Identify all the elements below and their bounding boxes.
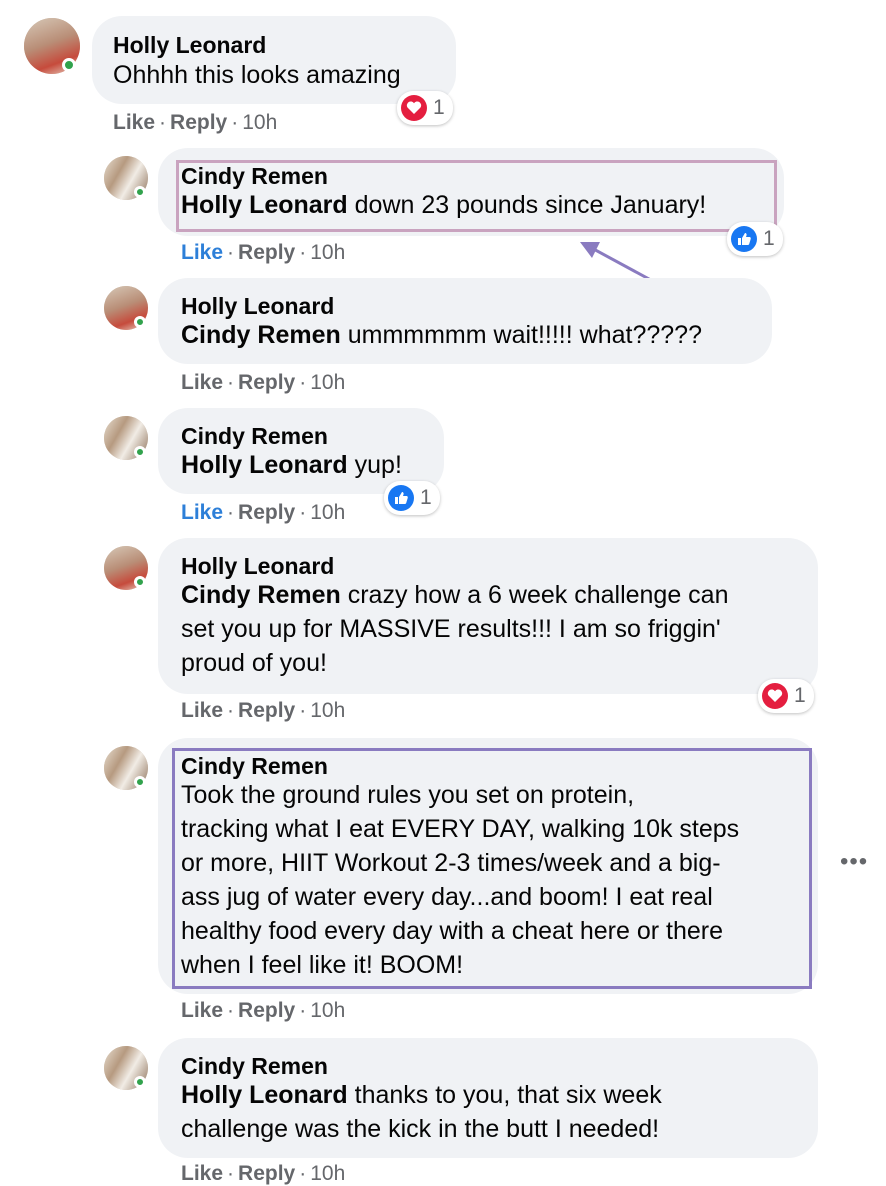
heart-icon [762,683,788,709]
online-indicator [134,446,146,458]
comment-author[interactable]: Cindy Remen [181,753,328,780]
comment-author[interactable]: Cindy Remen [181,163,328,190]
mention-link[interactable]: Holly Leonard [181,191,348,219]
reply-button[interactable]: Reply [238,1162,295,1185]
comment-text: Took the ground rules you set on protein… [181,781,740,979]
reply-button[interactable]: Reply [238,501,295,524]
comment-text: Cindy Remen crazy how a 6 week challenge… [181,581,729,677]
reaction-badge[interactable]: 1 [727,222,783,256]
like-button[interactable]: Like [181,501,223,524]
mention-link[interactable]: Cindy Remen [181,321,341,349]
reply-button[interactable]: Reply [238,999,295,1022]
comment-text: Cindy Remen ummmmmm wait!!!!! what????? [181,321,702,349]
mention-link[interactable]: Cindy Remen [181,581,341,609]
comment-author[interactable]: Cindy Remen [181,1053,328,1080]
like-button[interactable]: Like [181,241,223,264]
online-indicator [62,58,76,72]
comment-text: Holly Leonard thanks to you, that six we… [181,1081,662,1143]
more-options-icon[interactable]: ••• [840,848,868,876]
online-indicator [134,1076,146,1088]
reply-button[interactable]: Reply [238,371,295,394]
comment-author[interactable]: Cindy Remen [181,423,328,450]
comment-author[interactable]: Holly Leonard [181,293,334,320]
comment-timestamp[interactable]: 10h [310,1162,345,1185]
reply-button[interactable]: Reply [238,241,295,264]
comment-text: Holly Leonard down 23 pounds since Janua… [181,191,707,219]
online-indicator [134,316,146,328]
reaction-badge[interactable]: 1 [758,679,814,713]
thumbs-up-icon [388,485,414,511]
reaction-count: 1 [433,96,445,119]
like-button[interactable]: Like [181,1162,223,1185]
reaction-count: 1 [763,227,775,250]
comment-timestamp[interactable]: 10h [310,501,345,524]
like-button[interactable]: Like [181,699,223,722]
heart-icon [401,95,427,121]
online-indicator [134,576,146,588]
comment-timestamp[interactable]: 10h [242,111,277,134]
reaction-badge[interactable]: 1 [384,481,440,515]
reaction-badge[interactable]: 1 [397,91,453,125]
reply-button[interactable]: Reply [238,699,295,722]
reaction-count: 1 [794,684,806,707]
comment-timestamp[interactable]: 10h [310,241,345,264]
mention-link[interactable]: Holly Leonard [181,1081,348,1109]
comment-timestamp[interactable]: 10h [310,699,345,722]
comment-timestamp[interactable]: 10h [310,371,345,394]
reaction-count: 1 [420,486,432,509]
mention-link[interactable]: Holly Leonard [181,451,348,479]
like-button[interactable]: Like [181,371,223,394]
reply-button[interactable]: Reply [170,111,227,134]
like-button[interactable]: Like [113,111,155,134]
comment-author[interactable]: Holly Leonard [113,32,266,59]
comment-author[interactable]: Holly Leonard [181,553,334,580]
comment-timestamp[interactable]: 10h [310,999,345,1022]
online-indicator [134,776,146,788]
comment-text: Ohhhh this looks amazing [113,61,401,89]
like-button[interactable]: Like [181,999,223,1022]
comment-text: Holly Leonard yup! [181,451,402,479]
thumbs-up-icon [731,226,757,252]
online-indicator [134,186,146,198]
